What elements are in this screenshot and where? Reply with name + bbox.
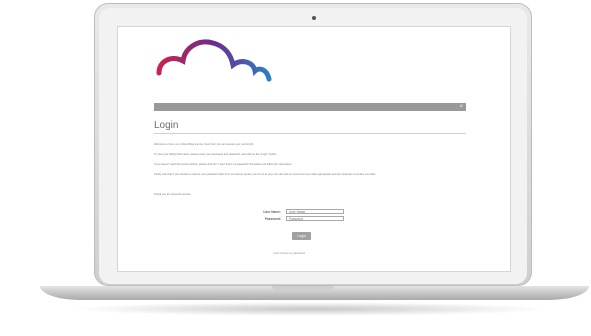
close-icon[interactable]: × xyxy=(459,102,463,112)
password-label: Password: xyxy=(264,217,281,221)
cloud-logo-icon xyxy=(156,39,272,82)
username-label: User Name: xyxy=(263,210,281,214)
divider xyxy=(154,133,466,134)
instructions-paragraph: To view your billing information, please… xyxy=(154,153,277,156)
username-input[interactable] xyxy=(286,209,344,214)
page-title: Login xyxy=(154,120,179,131)
laptop-notch xyxy=(272,286,334,291)
webcam-icon xyxy=(312,16,316,20)
first-time-paragraph: If you haven't used this service before,… xyxy=(154,163,293,166)
security-paragraph: Kindly note that if you choose to retrie… xyxy=(154,173,376,176)
header-bar: × xyxy=(154,103,466,111)
login-button[interactable]: Login xyxy=(292,232,311,240)
forgot-password-link[interactable]: I don't know my password xyxy=(273,251,305,255)
password-input[interactable] xyxy=(286,216,344,221)
laptop-shadow xyxy=(70,302,550,316)
thanks-paragraph: Thank you for using this service. xyxy=(154,193,192,196)
intro-paragraph: Welcome to Core, our online billing serv… xyxy=(154,143,254,146)
laptop-screen: × Login Welcome to Core, our online bill… xyxy=(117,26,511,272)
